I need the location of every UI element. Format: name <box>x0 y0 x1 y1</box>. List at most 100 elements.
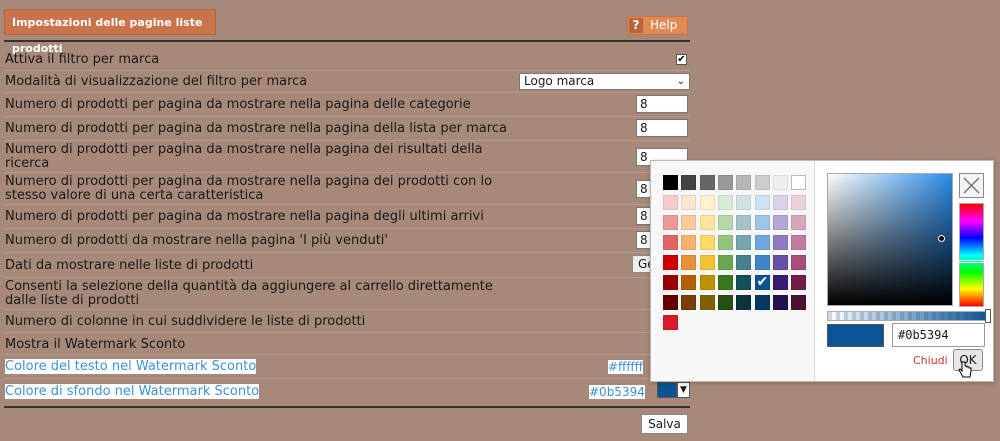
setting-row-bestsellers-count: Numero di prodotti da mostrare nella pag… <box>4 229 690 253</box>
save-button[interactable]: Salva <box>641 414 688 434</box>
brand-list-count-input[interactable]: 8 <box>636 119 688 137</box>
palette-color-swatch[interactable] <box>699 235 715 250</box>
palette-color-swatch[interactable] <box>754 255 770 270</box>
palette-color-swatch[interactable] <box>772 235 788 250</box>
palette-color-swatch[interactable] <box>754 195 770 210</box>
setting-row-watermark-text-color: Colore del testo nel Watermark Sconto #f… <box>4 355 690 379</box>
palette-color-swatch[interactable] <box>663 315 678 330</box>
palette-color-swatch[interactable] <box>736 275 752 290</box>
hex-color-input[interactable]: #0b5394 <box>892 323 985 347</box>
alpha-slider[interactable] <box>827 309 991 323</box>
color-palette: ✔ <box>651 161 815 381</box>
watermark-bg-color-label: Colore di sfondo nel Watermark Sconto <box>5 384 260 399</box>
palette-color-swatch[interactable] <box>663 195 678 210</box>
palette-color-swatch[interactable] <box>717 195 733 210</box>
palette-color-swatch[interactable] <box>663 275 678 290</box>
palette-color-swatch[interactable] <box>772 215 788 230</box>
palette-color-swatch[interactable] <box>681 235 697 250</box>
palette-color-swatch[interactable] <box>699 175 715 190</box>
palette-color-swatch[interactable] <box>736 175 752 190</box>
watermark-bg-color-value[interactable]: #0b5394 <box>589 385 645 399</box>
palette-color-swatch[interactable]: ✔ <box>754 274 770 290</box>
setting-label: Numero di prodotti da mostrare nella pag… <box>5 233 388 248</box>
palette-color-swatch[interactable] <box>717 235 733 250</box>
palette-color-swatch[interactable] <box>791 195 807 210</box>
palette-color-swatch[interactable] <box>736 215 752 230</box>
setting-label: Mostra il Watermark Sconto <box>5 337 186 352</box>
divider-top <box>4 40 690 42</box>
setting-row-watermark: Mostra il Watermark Sconto <box>4 333 690 355</box>
palette-color-swatch[interactable] <box>717 295 733 310</box>
chevron-down-icon: ⌄ <box>676 76 685 87</box>
palette-color-swatch[interactable] <box>754 175 770 190</box>
color-swatch[interactable] <box>657 382 677 398</box>
palette-color-swatch[interactable] <box>736 235 752 250</box>
palette-color-swatch[interactable] <box>663 295 678 310</box>
palette-color-swatch[interactable] <box>791 175 807 190</box>
palette-color-swatch[interactable] <box>772 295 788 310</box>
setting-row-feature-count: Numero di prodotti per pagina da mostrar… <box>4 173 690 205</box>
palette-color-swatch[interactable] <box>681 195 697 210</box>
setting-label: Dati da mostrare nelle liste di prodotti <box>5 258 254 273</box>
palette-color-swatch[interactable] <box>754 295 770 310</box>
palette-color-swatch[interactable] <box>717 255 733 270</box>
palette-color-swatch[interactable] <box>717 275 733 290</box>
close-icon[interactable] <box>959 173 984 198</box>
palette-color-swatch[interactable] <box>699 295 715 310</box>
brand-filter-mode-select[interactable]: Logo marca ⌄ <box>519 73 690 90</box>
palette-color-swatch[interactable] <box>791 235 807 250</box>
setting-row-brand-filter-mode: Modalità di visualizzazione del filtro p… <box>4 71 690 93</box>
watermark-text-color-value[interactable]: #ffffff <box>608 360 643 374</box>
palette-color-swatch[interactable] <box>663 215 678 230</box>
chevron-down-icon[interactable]: ▼ <box>677 382 690 398</box>
palette-color-swatch[interactable] <box>699 215 715 230</box>
saturation-value-area[interactable] <box>827 173 953 306</box>
palette-color-swatch[interactable] <box>699 195 715 210</box>
palette-color-swatch[interactable] <box>791 295 807 310</box>
divider-bottom <box>4 406 690 408</box>
select-value: Logo marca <box>524 74 595 88</box>
category-count-input[interactable]: 8 <box>636 95 688 113</box>
palette-color-swatch[interactable] <box>754 235 770 250</box>
palette-color-swatch[interactable] <box>791 275 807 290</box>
setting-row-new-arrivals-count: Numero di prodotti per pagina da mostrar… <box>4 205 690 229</box>
brand-filter-checkbox[interactable]: ✔ <box>676 54 687 65</box>
palette-color-swatch[interactable] <box>681 255 697 270</box>
palette-color-swatch[interactable] <box>772 255 788 270</box>
close-link[interactable]: Chiudi <box>913 354 948 367</box>
palette-color-swatch[interactable] <box>699 275 715 290</box>
check-icon: ✔ <box>756 274 769 290</box>
palette-color-swatch[interactable] <box>699 255 715 270</box>
palette-color-swatch[interactable] <box>736 255 752 270</box>
palette-color-swatch[interactable] <box>663 235 678 250</box>
setting-row-quantity-selection: Consenti la selezione della quantità da … <box>4 278 690 310</box>
color-selector-dot[interactable] <box>938 235 945 242</box>
hue-slider[interactable] <box>958 203 985 307</box>
palette-color-swatch[interactable] <box>772 275 788 290</box>
palette-color-swatch[interactable] <box>681 175 697 190</box>
help-button[interactable]: ? Help <box>627 16 688 35</box>
palette-color-swatch[interactable] <box>681 275 697 290</box>
help-icon: ? <box>629 18 643 33</box>
palette-color-swatch[interactable] <box>736 195 752 210</box>
palette-color-swatch[interactable] <box>663 175 678 190</box>
palette-color-swatch[interactable] <box>681 215 697 230</box>
alpha-slider-handle[interactable] <box>985 309 991 323</box>
palette-color-swatch[interactable] <box>791 215 807 230</box>
palette-color-swatch[interactable] <box>772 175 788 190</box>
palette-color-swatch[interactable] <box>717 175 733 190</box>
setting-row-category-count: Numero di prodotti per pagina da mostrar… <box>4 93 690 117</box>
setting-row-list-data: Dati da mostrare nelle liste di prodotti… <box>4 253 690 278</box>
palette-color-swatch[interactable] <box>736 295 752 310</box>
setting-label: Numero di prodotti per pagina da mostrar… <box>5 97 471 112</box>
palette-color-swatch[interactable] <box>663 255 678 270</box>
palette-color-swatch[interactable] <box>681 295 697 310</box>
palette-color-swatch[interactable] <box>791 255 807 270</box>
color-picker-popup: ✔ #0b5394 Chiudi OK <box>650 160 994 382</box>
palette-color-swatch[interactable] <box>754 215 770 230</box>
page-title: Impostazioni delle pagine liste prodotti <box>4 9 216 55</box>
hue-slider-handle[interactable] <box>958 260 985 263</box>
palette-color-swatch[interactable] <box>772 195 788 210</box>
setting-label: Consenti la selezione della quantità da … <box>5 279 493 308</box>
palette-color-swatch[interactable] <box>717 215 733 230</box>
